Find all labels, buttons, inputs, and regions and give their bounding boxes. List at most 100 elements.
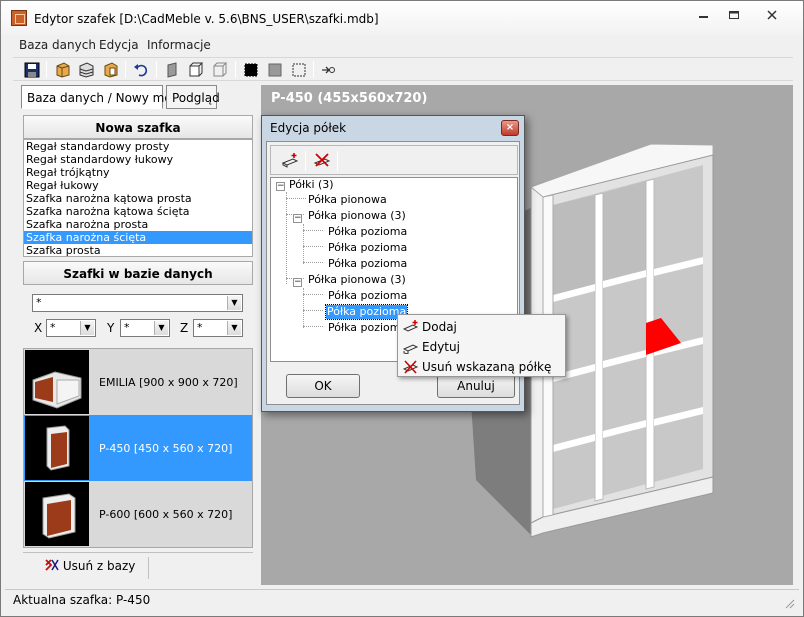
tree-node[interactable]: Półka pozioma bbox=[327, 257, 408, 271]
fill-gray-icon[interactable] bbox=[266, 61, 284, 78]
dialog-close-button[interactable]: × bbox=[501, 120, 519, 136]
add-shelf-icon[interactable] bbox=[279, 151, 301, 169]
menu-informacje[interactable]: Informacje bbox=[147, 38, 211, 52]
context-item-add[interactable]: Dodaj bbox=[400, 317, 563, 337]
tree-node[interactable]: Półka pionowa bbox=[307, 193, 388, 207]
cabinet-thumbnail bbox=[25, 350, 89, 414]
chevron-down-icon[interactable]: ▼ bbox=[227, 321, 241, 335]
close-icon bbox=[767, 10, 777, 20]
chevron-down-icon[interactable]: ▼ bbox=[154, 321, 168, 335]
menu-bar: Baza danych Edycja Informacje bbox=[13, 35, 793, 55]
cube-icon[interactable] bbox=[187, 61, 205, 78]
maximize-button[interactable] bbox=[721, 9, 747, 26]
cabinet-thumbnail bbox=[25, 416, 89, 480]
list-item[interactable]: Szafka narożna prosta bbox=[24, 218, 252, 231]
menu-baza-danych[interactable]: Baza danych bbox=[19, 38, 96, 52]
resize-grip-icon bbox=[785, 599, 795, 609]
tab-baza-danych[interactable]: Baza danych / Nowy model bbox=[21, 85, 190, 109]
add-shelf-icon bbox=[403, 320, 419, 332]
close-icon: × bbox=[505, 122, 515, 133]
cancel-button[interactable]: Anuluj bbox=[437, 374, 515, 398]
list-item[interactable]: Szafka narożna kątowa ścięta bbox=[24, 205, 252, 218]
edit-shelf-icon bbox=[403, 344, 419, 354]
list-item[interactable]: Szafka prosta bbox=[24, 244, 252, 256]
tree-node[interactable]: Półka pozioma bbox=[327, 289, 408, 303]
tree-node[interactable]: Półka pionowa (3) bbox=[307, 209, 407, 223]
cabinet-label: P-450 [450 x 560 x 720] bbox=[99, 442, 233, 455]
context-item-edit[interactable]: Edytuj bbox=[400, 337, 563, 357]
tree-node[interactable]: Półka pozioma bbox=[327, 241, 408, 255]
dialog-title: Edycja półek bbox=[270, 121, 347, 135]
x-label: X bbox=[34, 321, 43, 335]
context-label: Dodaj bbox=[422, 320, 457, 334]
db-cabinet-list: EMILIA [900 x 900 x 720] P-450 [450 x 56… bbox=[23, 348, 253, 548]
list-item[interactable]: Szafka narożna kątowa prosta bbox=[24, 192, 252, 205]
tree-node-root[interactable]: Półki (3) bbox=[288, 178, 335, 192]
window-title: Edytor szafek [D:\CadMeble v. 5.6\BNS_US… bbox=[34, 12, 379, 26]
ok-button[interactable]: OK bbox=[286, 374, 360, 398]
filter-value: * bbox=[36, 296, 42, 309]
list-item[interactable]: Regał standardowy łukowy bbox=[24, 153, 252, 166]
panel-gray-icon[interactable] bbox=[163, 61, 181, 78]
cabinet-label: EMILIA [900 x 900 x 720] bbox=[99, 376, 238, 389]
chevron-down-icon[interactable]: ▼ bbox=[227, 296, 241, 310]
list-item[interactable]: Regał łukowy bbox=[24, 179, 252, 192]
menu-edycja[interactable]: Edycja bbox=[99, 38, 139, 52]
cabinet-row-p600[interactable]: P-600 [600 x 560 x 720] bbox=[24, 481, 252, 547]
context-label: Usuń wskazaną półkę bbox=[422, 360, 552, 374]
delete-shelf-icon[interactable] bbox=[311, 151, 333, 169]
cabinet-front-icon[interactable] bbox=[53, 61, 71, 78]
maximize-icon bbox=[729, 11, 739, 19]
dialog-toolbar bbox=[270, 145, 518, 175]
cabinet-row-emilia[interactable]: EMILIA [900 x 900 x 720] bbox=[24, 349, 252, 415]
list-item-selected[interactable]: Szafka narożna ścięta bbox=[24, 231, 252, 244]
minimize-icon bbox=[699, 16, 708, 18]
collapse-icon[interactable]: − bbox=[293, 214, 302, 223]
x-value: * bbox=[50, 321, 56, 334]
minimize-button[interactable] bbox=[691, 9, 717, 26]
filter-combo[interactable]: * ▼ bbox=[32, 294, 243, 312]
tree-node-selected[interactable]: Półka pozioma bbox=[324, 304, 409, 320]
new-cabinet-list[interactable]: Regał standardowy prosty Regał standardo… bbox=[23, 139, 253, 257]
new-cabinet-heading: Nowa szafka bbox=[23, 115, 253, 139]
collapse-icon[interactable]: − bbox=[276, 182, 285, 191]
tree-node[interactable]: Półka pionowa (3) bbox=[307, 273, 407, 287]
db-cabinets-heading: Szafki w bazie danych bbox=[23, 261, 253, 285]
close-button[interactable] bbox=[753, 9, 791, 26]
status-text: Aktualna szafka: P-450 bbox=[13, 593, 151, 607]
collapse-icon[interactable]: − bbox=[293, 278, 302, 287]
context-label: Edytuj bbox=[422, 340, 460, 354]
z-value: * bbox=[197, 321, 203, 334]
fill-none-icon[interactable] bbox=[290, 61, 308, 78]
cabinet-open-icon[interactable] bbox=[77, 61, 95, 78]
left-panel: Baza danych / Nowy model Podgląd Nowa sz… bbox=[18, 85, 258, 585]
delete-label: Usuń z bazy bbox=[62, 559, 136, 573]
list-item[interactable]: Regał standardowy prosty bbox=[24, 140, 252, 153]
context-item-delete[interactable]: Usuń wskazaną półkę bbox=[400, 357, 563, 377]
cube-outline-icon[interactable] bbox=[211, 61, 229, 78]
context-menu: Dodaj Edytuj Usuń wskazaną półkę bbox=[397, 314, 566, 377]
save-icon[interactable] bbox=[23, 61, 41, 78]
rotate-icon[interactable] bbox=[319, 61, 337, 78]
tab-podglad[interactable]: Podgląd bbox=[166, 85, 220, 109]
cabinet-label: P-600 [600 x 560 x 720] bbox=[99, 508, 233, 521]
z-combo[interactable]: * ▼ bbox=[193, 319, 243, 337]
toolbar bbox=[13, 57, 793, 81]
x-combo[interactable]: * ▼ bbox=[46, 319, 96, 337]
z-label: Z bbox=[180, 321, 189, 335]
cabinet-row-p450[interactable]: P-450 [450 x 560 x 720] bbox=[24, 415, 252, 481]
fill-black-icon[interactable] bbox=[242, 61, 260, 78]
delete-icon bbox=[45, 559, 59, 571]
title-bar: Edytor szafek [D:\CadMeble v. 5.6\BNS_US… bbox=[1, 1, 803, 35]
y-combo[interactable]: * ▼ bbox=[120, 319, 170, 337]
undo-icon[interactable] bbox=[132, 61, 150, 78]
delete-shelf-icon bbox=[403, 360, 419, 374]
tree-node[interactable]: Półka pozioma bbox=[327, 225, 408, 239]
cabinet-side-icon[interactable] bbox=[101, 61, 119, 78]
list-item[interactable]: Regał trójkątny bbox=[24, 166, 252, 179]
delete-from-db-button[interactable]: Usuń z bazy bbox=[23, 552, 253, 582]
delete-button-content: Usuń z bazy bbox=[45, 559, 135, 573]
status-bar: Aktualna szafka: P-450 bbox=[5, 589, 799, 611]
cabinet-thumbnail bbox=[25, 482, 89, 546]
chevron-down-icon[interactable]: ▼ bbox=[80, 321, 94, 335]
